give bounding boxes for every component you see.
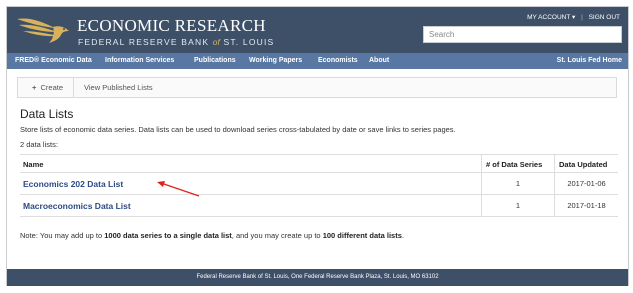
list-toolbar: + Create View Published Lists [17,77,617,98]
create-button[interactable]: + Create [18,78,74,97]
page-title: Data Lists [20,107,74,121]
updated-date: 2017-01-06 [554,173,618,194]
list-count: 2 data lists: [20,140,58,149]
main-nav: FRED® Economic Data Information Services… [7,53,628,69]
page-description: Store lists of economic data series. Dat… [20,125,456,134]
note-text-3: . [401,231,404,240]
updated-date: 2017-01-18 [554,195,618,216]
nav-item-fred[interactable]: FRED® Economic Data [15,57,92,64]
note-text-2: , and you may create up to [231,231,323,240]
data-list-link[interactable]: Macroeconomics Data List [23,195,473,216]
data-lists-table: Name # of Data Series Data Updated Econo… [20,154,618,218]
nav-item-information-services[interactable]: Information Services [105,57,174,64]
note-text-1: Note: You may add up to [20,231,105,240]
nav-item-working-papers[interactable]: Working Papers [249,57,302,64]
table-header-row: Name # of Data Series Data Updated [20,155,618,173]
page-frame: ECONOMIC RESEARCH FEDERAL RESERVE BANK o… [6,6,629,286]
nav-item-st-louis-fed-home[interactable]: St. Louis Fed Home [557,57,622,64]
nav-item-economists[interactable]: Economists [318,57,358,64]
search-input[interactable]: Search [423,26,622,43]
brand-sub-of: of [212,37,220,47]
site-footer: Federal Reserve Bank of St. Louis, One F… [7,269,628,286]
sign-out-link[interactable]: SIGN OUT [589,14,620,21]
column-header-updated: Data Updated [554,155,618,172]
eagle-logo-icon[interactable] [15,13,73,47]
my-account-link[interactable]: MY ACCOUNT ▾ [527,13,575,21]
site-header: ECONOMIC RESEARCH FEDERAL RESERVE BANK o… [7,7,628,53]
brand-title[interactable]: ECONOMIC RESEARCH [77,16,266,36]
brand-sub-prefix: FEDERAL RESERVE BANK [78,37,210,47]
create-label: Create [40,83,63,92]
series-count: 1 [481,195,554,216]
annotation-arrow [157,181,200,197]
note-bold-1: 1000 data series to a single data list [104,231,232,240]
nav-item-about[interactable]: About [369,57,389,64]
view-published-lists-button[interactable]: View Published Lists [84,83,153,92]
column-header-series: # of Data Series [481,155,554,172]
note-bold-2: 100 different data lists [322,231,402,240]
limits-note: Note: You may add up to 1000 data series… [20,231,404,240]
brand-sub-suffix: ST. LOUIS [223,37,275,47]
table-row: Macroeconomics Data List 1 2017-01-18 [20,195,618,217]
data-list-link[interactable]: Economics 202 Data List [23,173,473,194]
table-row: Economics 202 Data List 1 2017-01-06 [20,173,618,195]
column-header-name: Name [23,160,44,169]
plus-icon: + [32,83,37,92]
nav-item-publications[interactable]: Publications [194,57,236,64]
series-count: 1 [481,173,554,194]
divider: | [581,14,583,21]
brand-subtitle: FEDERAL RESERVE BANK of ST. LOUIS [78,37,274,47]
account-links: MY ACCOUNT ▾ | SIGN OUT [527,13,620,21]
